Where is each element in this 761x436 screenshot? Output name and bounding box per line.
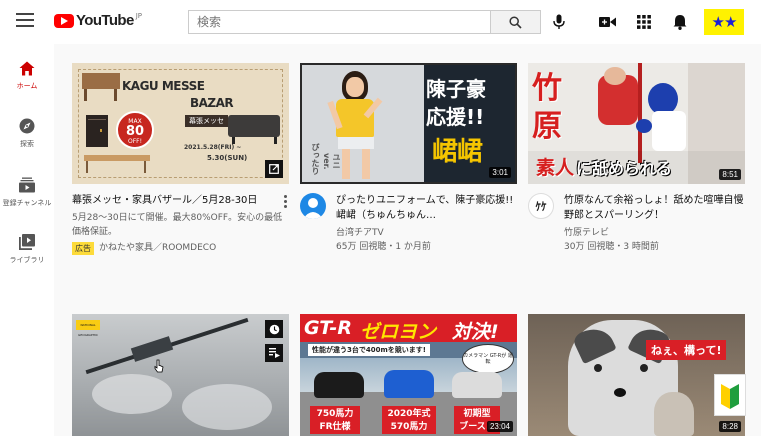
channel-avatar[interactable] [300,193,326,219]
thumbnail-big-text2: 応援!! [426,105,485,129]
youtube-logo[interactable]: YouTube JP [54,12,142,29]
mouse-cursor [154,358,164,373]
search-icon [509,15,522,29]
channel-name[interactable]: 竹原テレビ [564,226,745,240]
ad-badge: 広告 [72,241,94,255]
video-thumbnail[interactable]: GT-R ゼロヨン 対決! 性能が違う3台で400mを競います! カメラマン G… [300,314,517,436]
video-thumbnail[interactable]: NATIONAL GEOGRAPHIC [72,314,289,436]
thumbnail-head-c: 対決! [452,321,499,343]
explore-icon [19,118,35,134]
video-card[interactable]: ぴったり ユニver. 陳子豪 応援!! 峮峮 3:01 ぴったりユニフォームで… [300,63,517,254]
menu-icon[interactable] [16,13,34,29]
channel-avatar[interactable]: ｹｹ [528,193,554,219]
thumbnail-spec-mid: 2020年式 570馬力 [382,406,436,434]
video-duration: 8:51 [719,169,741,180]
open-external-icon[interactable] [265,160,283,178]
thumbnail-strip: 性能が違う3台で400mを競います! [308,344,430,356]
home-icon [19,61,35,76]
video-duration: 23:04 [486,421,513,432]
sidebar: ホーム 探索 登録チャンネル ライブラリ [0,44,54,436]
discount-off: OFF! [127,138,143,145]
account-avatar[interactable]: ★★ [704,9,744,35]
sidebar-item-label: 探索 [20,140,34,148]
video-card[interactable]: 竹 原 素人 に舐められる 8:51 ｹｹ 竹原なんて余裕っしょ！舐めた喧嘩自慢… [528,63,745,254]
thumbnail-date2: 5.30(SUN) [207,154,248,162]
video-grid: KAGU MESSE BAZAR MAX 80 OFF! 幕張メッセ 2021.… [54,44,761,436]
video-stats: 65万 回視聴・1 か月前 [336,242,431,252]
thumbnail-title-line1: KAGU MESSE [122,79,205,93]
video-thumbnail[interactable]: KAGU MESSE BAZAR MAX 80 OFF! 幕張メッセ 2021.… [72,63,289,184]
sidebar-item-subscriptions[interactable]: 登録チャンネル [0,177,54,208]
thumbnail-spec-left: 750馬力 FR仕様 [310,406,360,434]
apps-grid-icon[interactable] [634,12,654,32]
notifications-bell-icon[interactable] [670,12,690,32]
thumbnail-head-a: GT-R [304,317,352,339]
video-stats: 30万 回視聴・3 時間前 [564,242,659,252]
create-video-icon[interactable] [597,12,617,32]
discount-percent: 80 [125,124,145,139]
mic-icon[interactable] [549,12,569,32]
watch-later-icon[interactable] [265,320,283,338]
search-input[interactable] [188,10,491,34]
thumbnail-bottom-text-b: に舐められる [576,159,673,178]
video-duration: 8:28 [719,421,741,432]
advertiser-name[interactable]: かねたや家具／ROOMDECO [99,241,216,255]
video-thumbnail[interactable]: ねぇ、構って! 8:28 [528,314,745,436]
thumbnail-vertical-text2: 原 [532,109,562,144]
add-to-queue-icon[interactable] [265,344,283,362]
video-thumbnail[interactable]: 竹 原 素人 に舐められる 8:51 [528,63,745,184]
thumbnail-speech-bubble: カメラマン GT-Rが 運転 [462,344,514,374]
sidebar-item-home[interactable]: ホーム [0,61,54,91]
thumbnail-speech: ねぇ、構って! [646,340,727,360]
thumbnail-name: 峮峮 [432,137,483,167]
video-thumbnail[interactable]: ぴったり ユニver. 陳子豪 応援!! 峮峮 3:01 [300,63,517,184]
sidebar-item-library[interactable]: ライブラリ [0,234,54,265]
video-duration: 3:01 [489,167,511,178]
thumbnail-big-text1: 陳子豪 [426,77,486,101]
sidebar-item-explore[interactable]: 探索 [0,118,54,149]
more-options-icon[interactable] [281,195,289,209]
video-card[interactable]: GT-R ゼロヨン 対決! 性能が違う3台で400mを競います! カメラマン G… [300,314,517,436]
thumbnail-date1: 2021.5.28(FRI) ~ [184,144,242,151]
youtube-play-icon [54,13,74,28]
video-card[interactable]: NATIONAL GEOGRAPHIC [72,314,289,436]
thumbnail-side-text2: ユニver. [322,153,341,170]
channel-avatar-text: ｹｹ [535,200,547,213]
search-button[interactable] [491,10,541,34]
thumbnail-side-text1: ぴったり [311,143,320,175]
thumbnail-head-b: ゼロヨン [360,321,437,343]
sidebar-item-label: 登録チャンネル [2,199,52,207]
sidebar-item-label: ライブラリ [9,256,45,264]
thumbnail-title-line2: BAZAR [190,96,234,110]
logo-region: JP [135,11,143,20]
thumbnail-badge: NATIONAL GEOGRAPHIC [76,320,100,337]
logo-word: YouTube [76,12,134,29]
ad-card[interactable]: KAGU MESSE BAZAR MAX 80 OFF! 幕張メッセ 2021.… [72,63,289,255]
ad-description: 5月28〜30日にて開催。最大80%OFF。安心の最低価格保証。 [72,213,283,237]
top-bar: YouTube JP ★★ [0,0,761,44]
subscriptions-icon [19,177,35,193]
video-title[interactable]: 竹原なんて余裕っしょ！舐めた喧嘩自慢野郎とスパーリング！ [564,193,745,223]
video-title[interactable]: ぴったりユニフォームで、陳子豪応援!! 峮峮（ちゅんちゅん… [336,193,517,223]
video-title[interactable]: 幕張メッセ・家具バザール／5月28-30日 [72,193,289,208]
sidebar-item-label: ホーム [16,82,38,90]
video-card[interactable]: ねぇ、構って! 8:28 [528,314,745,436]
thumbnail-bottom-text-a: 素人 [536,157,575,179]
thumbnail-tag: 幕張メッセ [185,115,228,127]
beginner-mark-icon [714,374,746,416]
channel-name[interactable]: 台湾チアTV [336,226,517,240]
library-icon [19,234,35,250]
